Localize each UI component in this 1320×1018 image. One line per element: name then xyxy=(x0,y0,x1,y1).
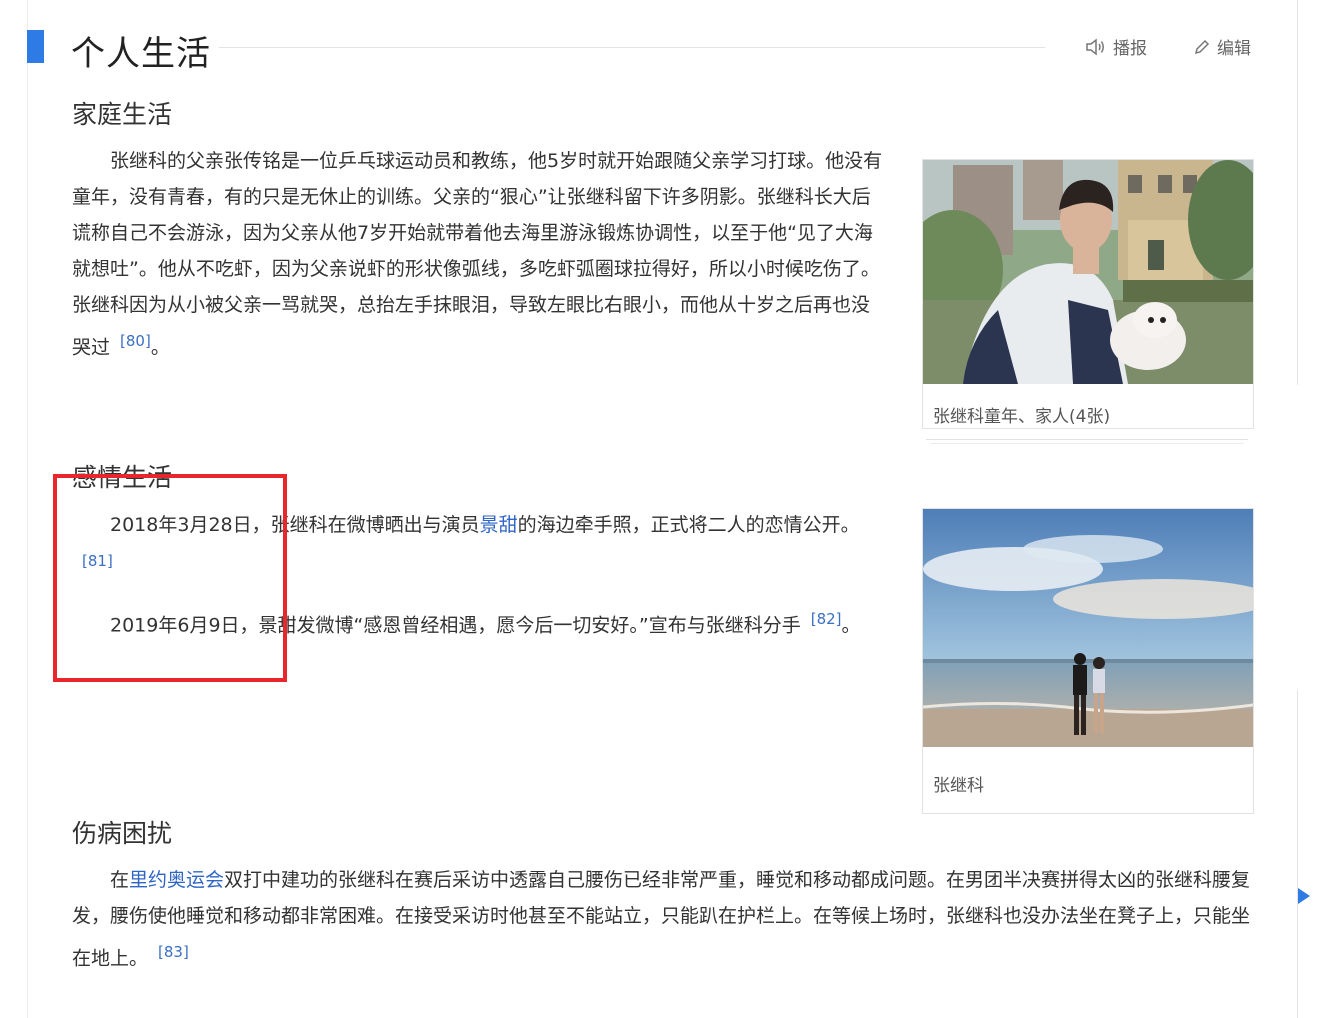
family-life-heading: 家庭生活 xyxy=(72,100,173,129)
rio-olympics-link[interactable]: 里约奥运会 xyxy=(129,869,224,891)
beach-photo[interactable] xyxy=(923,509,1253,751)
figure-stack-edge-2 xyxy=(930,443,1244,444)
edit-button[interactable]: 编辑 xyxy=(1193,34,1251,59)
family-life-end: 。 xyxy=(150,336,170,359)
highlight-box xyxy=(53,474,287,682)
report-button[interactable]: 播报 xyxy=(1085,34,1147,59)
childhood-photo[interactable] xyxy=(923,160,1253,388)
section-divider xyxy=(219,47,1045,48)
citation-82[interactable]: [82] xyxy=(811,610,842,628)
injury-pre: 在 xyxy=(110,869,130,891)
figure-beach[interactable]: 张继科 xyxy=(922,508,1254,814)
jing-tian-link[interactable]: 景甜 xyxy=(480,514,518,536)
family-life-text: 张继科的父亲张传铭是一位乒乓球运动员和教练，他5岁时就开始跟随父亲学习打球。他没… xyxy=(72,150,883,359)
citation-80[interactable]: [80] xyxy=(120,332,151,350)
speaker-icon xyxy=(1085,37,1107,56)
romance-text-1b: 的海边牵手照，正式将二人的恋情公开。 xyxy=(517,514,860,536)
injury-heading: 伤病困扰 xyxy=(72,819,173,848)
family-life-paragraph: 张继科的父亲张传铭是一位乒乓球运动员和教练，他5岁时就开始跟随父亲学习打球。他没… xyxy=(72,143,888,365)
section-title: 个人生活 xyxy=(71,34,211,74)
figure-childhood-caption[interactable]: 张继科童年、家人(4张) xyxy=(923,388,1253,428)
injury-text: 双打中建功的张继科在赛后采访中透露自己腰伤已经非常严重，睡觉和移动都成问题。在男… xyxy=(72,869,1251,970)
edit-label: 编辑 xyxy=(1217,39,1251,59)
content-right-border xyxy=(1297,0,1298,385)
content-left-border xyxy=(27,0,28,1018)
figure-beach-caption[interactable]: 张继科 xyxy=(923,751,1253,813)
romance-text-1a: 张继科在微博晒出与演员 xyxy=(270,514,480,536)
section-header: 个人生活 播报 编辑 xyxy=(27,28,1297,74)
figure-stack-edge xyxy=(926,439,1248,440)
expand-arrow-icon[interactable] xyxy=(1298,888,1310,904)
romance-end-2: 。 xyxy=(841,614,861,637)
romance-text-2: 景甜发微博“感恩曾经相遇，愿今后一切安好。”宣布与张继科分手 xyxy=(258,614,801,637)
figure-childhood[interactable]: 张继科童年、家人(4张) xyxy=(922,159,1254,429)
citation-83[interactable]: [83] xyxy=(158,943,189,961)
content-right-border-lower xyxy=(1297,690,1298,1018)
section-accent-bar xyxy=(27,30,44,63)
report-label: 播报 xyxy=(1113,39,1147,59)
injury-paragraph: 在里约奥运会双打中建功的张继科在赛后采访中透露自己腰伤已经非常严重，睡觉和移动都… xyxy=(72,862,1252,976)
pencil-icon xyxy=(1193,38,1211,56)
